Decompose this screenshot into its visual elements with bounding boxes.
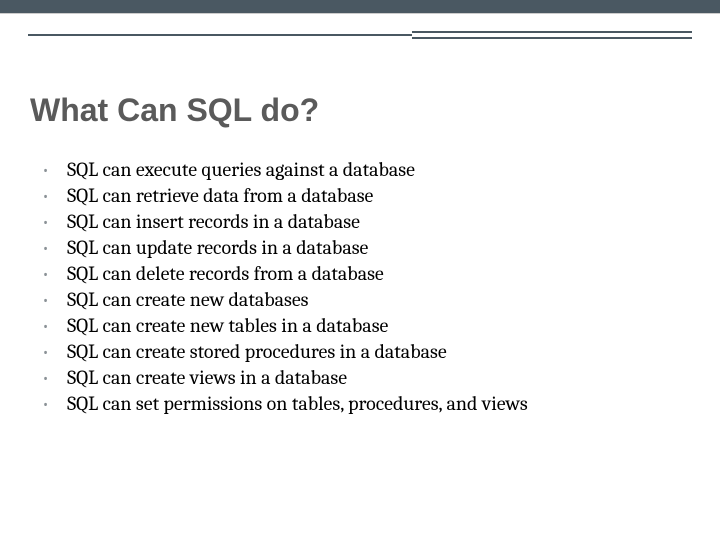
list-item: • SQL can set permissions on tables, proc… [42,391,690,417]
bullet-icon: • [42,212,49,233]
bullet-list: • SQL can execute queries against a datab… [30,157,690,417]
list-item: • SQL can create new databases [42,287,690,313]
divider-accent [412,31,692,39]
list-item-text: SQL can insert records in a database [67,209,690,235]
slide-content: What Can SQL do? • SQL can execute querie… [0,14,720,417]
list-item-text: SQL can update records in a database [67,235,690,261]
list-item: • SQL can insert records in a database [42,209,690,235]
list-item-text: SQL can execute queries against a databa… [67,157,690,183]
list-item: • SQL can update records in a database [42,235,690,261]
bullet-icon: • [42,394,49,415]
list-item-text: SQL can set permissions on tables, proce… [67,391,690,417]
bullet-icon: • [42,238,49,259]
bullet-icon: • [42,342,49,363]
bullet-icon: • [42,368,49,389]
list-item: • SQL can delete records from a database [42,261,690,287]
list-item-text: SQL can create stored procedures in a da… [67,339,690,365]
list-item-text: SQL can delete records from a database [67,261,690,287]
list-item-text: SQL can create new tables in a database [67,313,690,339]
bullet-icon: • [42,160,49,181]
list-item-text: SQL can create views in a database [67,365,690,391]
list-item-text: SQL can retrieve data from a database [67,183,690,209]
list-item: • SQL can create views in a database [42,365,690,391]
slide-top-bar [0,0,720,14]
list-item: • SQL can retrieve data from a database [42,183,690,209]
list-item-text: SQL can create new databases [67,287,690,313]
slide-title: What Can SQL do? [30,92,690,129]
bullet-icon: • [42,186,49,207]
list-item: • SQL can execute queries against a datab… [42,157,690,183]
list-item: • SQL can create new tables in a database [42,313,690,339]
bullet-icon: • [42,264,49,285]
bullet-icon: • [42,316,49,337]
bullet-icon: • [42,290,49,311]
list-item: • SQL can create stored procedures in a d… [42,339,690,365]
